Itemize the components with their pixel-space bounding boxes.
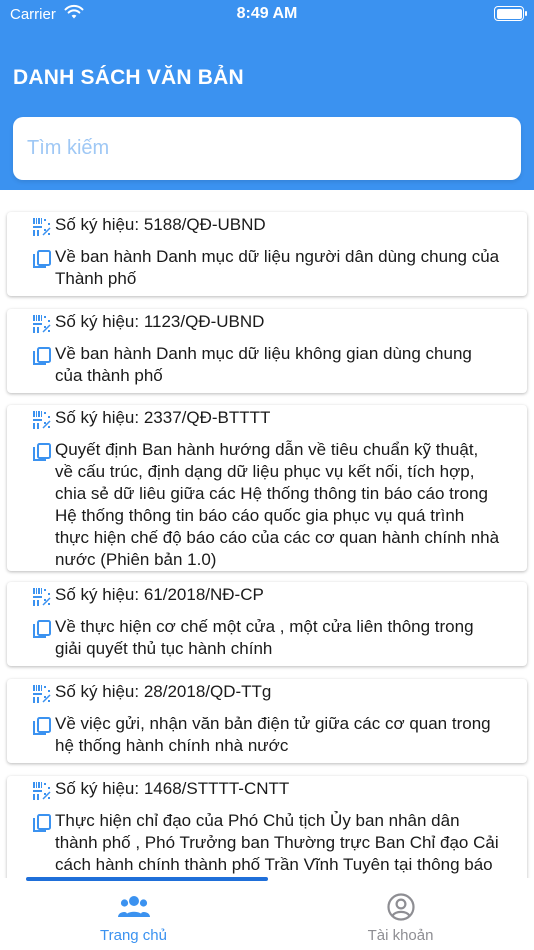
- document-card[interactable]: Số ký hiệu: 1468/STTTT-CNTT Thực hiện ch…: [7, 776, 527, 878]
- barcode-icon: [33, 411, 51, 429]
- barcode-icon: [33, 588, 51, 606]
- document-number: Số ký hiệu: 1123/QĐ-UBND: [55, 312, 265, 331]
- document-number: Số ký hiệu: 2337/QĐ-BTTTT: [55, 408, 271, 427]
- copy-icon: [33, 620, 51, 638]
- tab-home-label: Trang chủ: [100, 927, 167, 944]
- document-summary-line: Về việc gửi, nhận văn bản điện tử giữa c…: [55, 714, 491, 733]
- document-summary-line: của thành phố: [55, 366, 163, 385]
- account-icon: [387, 893, 415, 921]
- document-number: Số ký hiệu: 61/2018/NĐ-CP: [55, 585, 264, 604]
- document-number: Số ký hiệu: 1468/STTTT-CNTT: [55, 779, 290, 798]
- copy-icon: [33, 717, 51, 735]
- tab-account-label: Tài khoản: [367, 927, 434, 944]
- scroll-indicator[interactable]: [26, 877, 268, 881]
- document-card[interactable]: Số ký hiệu: 28/2018/QD-TTg Về việc gửi, …: [7, 679, 527, 763]
- barcode-icon: [33, 315, 51, 333]
- document-summary-line: Về thực hiện cơ chế một cửa , một cửa li…: [55, 617, 474, 636]
- document-summary-line: hệ thống hành chính nhà nước: [55, 736, 289, 755]
- document-summary-line: cách hành chính thành phố Trần Vĩnh Tuyê…: [55, 855, 493, 874]
- document-number: Số ký hiệu: 28/2018/QD-TTg: [55, 682, 272, 701]
- copy-icon: [33, 443, 51, 461]
- copy-icon: [33, 250, 51, 268]
- users-icon: [118, 896, 150, 917]
- document-summary-line: giải quyết thủ tục hành chính: [55, 639, 273, 658]
- barcode-icon: [33, 685, 51, 703]
- copy-icon: [33, 814, 51, 832]
- document-card[interactable]: Số ký hiệu: 2337/QĐ-BTTTT Quyết định Ban…: [7, 405, 527, 571]
- barcode-icon: [33, 782, 51, 800]
- document-summary-line: thành phố , Phó Trưởng ban Thường trực B…: [55, 833, 499, 852]
- document-summary-line: nước (Phiên bản 1.0): [55, 550, 217, 569]
- page-title: DANH SÁCH VĂN BẢN: [13, 66, 244, 89]
- tab-account[interactable]: Tài khoản: [267, 883, 534, 950]
- tab-bar: Trang chủ Tài khoản: [0, 883, 534, 950]
- search-input[interactable]: [13, 117, 521, 180]
- document-summary-line: thực hiện chế độ báo cáo của các cơ quan…: [55, 528, 500, 547]
- document-number: Số ký hiệu: 5188/QĐ-UBND: [55, 215, 266, 234]
- document-summary-line: Về ban hành Danh mục dữ liệu không gian …: [55, 344, 472, 363]
- document-summary-line: về cấu trúc, định dạng dữ liệu phục vụ k…: [55, 462, 475, 481]
- document-summary-line: Thực hiện chỉ đạo của Phó Chủ tịch Ủy ba…: [55, 811, 460, 830]
- status-time: 8:49 AM: [236, 5, 298, 22]
- document-summary-line: chia sẻ dữ liêu giữa các Hệ thống thông …: [55, 484, 488, 503]
- document-summary-line: Quyết định Ban hành hướng dẫn về tiêu ch…: [55, 440, 479, 459]
- document-list[interactable]: Số ký hiệu: 5188/QĐ-UBND Về ban hành Dan…: [0, 190, 534, 878]
- document-summary-line: Về ban hành Danh mục dữ liệu người dân d…: [55, 247, 500, 266]
- battery-icon: [494, 6, 527, 21]
- document-summary-line: Thành phố: [55, 269, 137, 288]
- document-card[interactable]: Số ký hiệu: 61/2018/NĐ-CP Về thực hiện c…: [7, 582, 527, 666]
- document-summary-line: Hệ thống thông tin báo cáo quốc gia phục…: [55, 506, 465, 525]
- document-card[interactable]: Số ký hiệu: 1123/QĐ-UBND Về ban hành Dan…: [7, 309, 527, 393]
- document-card[interactable]: Số ký hiệu: 5188/QĐ-UBND Về ban hành Dan…: [7, 212, 527, 296]
- status-bar: Carrier 8:49 AM: [0, 0, 534, 28]
- barcode-icon: [33, 218, 51, 236]
- copy-icon: [33, 347, 51, 365]
- tab-home[interactable]: Trang chủ: [0, 883, 267, 950]
